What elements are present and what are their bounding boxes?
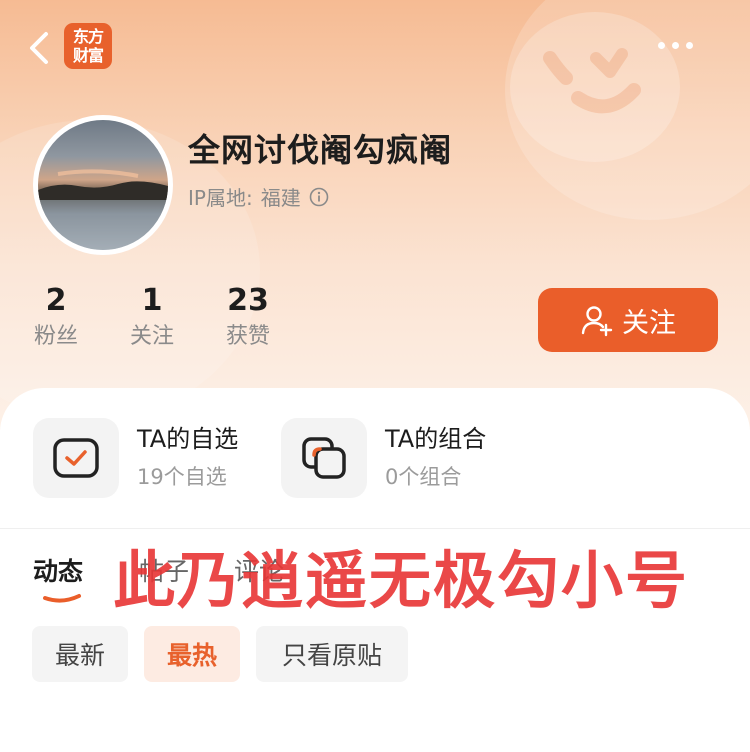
smile-face-icon (543, 48, 641, 114)
follow-button[interactable]: 关注 (538, 288, 718, 352)
watchlist-icon-box (33, 418, 119, 498)
stat-value: 1 (141, 283, 163, 318)
logo-line-1: 东方 (72, 27, 104, 46)
stat-value: 23 (227, 283, 269, 318)
stat-label: 粉丝 (33, 324, 78, 349)
app-logo: 东方 财富 (64, 23, 112, 69)
ip-label: IP属地: (188, 186, 253, 210)
filter-original-only[interactable]: 只看原贴 (256, 626, 408, 682)
watchlist-title: TA的自选 (137, 425, 239, 453)
back-arrow-icon[interactable] (22, 26, 58, 70)
stat-label: 关注 (129, 324, 174, 349)
filter-hottest[interactable]: 最热 (144, 626, 240, 682)
stat-following[interactable]: 1 关注 (112, 282, 192, 354)
avatar-sunset-image (38, 169, 168, 250)
info-icon[interactable] (309, 187, 329, 207)
tab-dynamics[interactable]: 动态 (33, 552, 83, 588)
stat-value: 2 (45, 283, 67, 318)
watchlist-count: 19个自选 (137, 465, 227, 489)
portfolio-entry[interactable]: TA的组合 0个组合 (281, 418, 486, 498)
follow-button-label: 关注 (622, 307, 676, 339)
stat-likes[interactable]: 23 获赞 (208, 282, 288, 354)
filter-latest[interactable]: 最新 (32, 626, 128, 682)
portfolio-title: TA的组合 (385, 425, 487, 453)
portfolio-overlap-icon (302, 437, 346, 479)
active-tab-indicator (43, 594, 81, 603)
avatar[interactable] (33, 115, 173, 255)
logo-line-2: 财富 (72, 46, 104, 65)
section-divider (0, 528, 750, 529)
profile-username: 全网讨伐阉勾疯阉 (188, 131, 453, 169)
watermark-overlay-text: 此乃逍遥无极勾小号 (113, 544, 690, 617)
stat-label: 获赞 (225, 324, 270, 349)
ip-location: IP属地: 福建 (188, 182, 329, 211)
portfolio-count: 0个组合 (385, 465, 462, 489)
more-options-icon[interactable] (654, 36, 698, 56)
watchlist-entry[interactable]: TA的自选 19个自选 (33, 418, 238, 498)
ip-value: 福建 (260, 186, 301, 210)
watchlist-check-icon (53, 438, 99, 478)
stat-fans[interactable]: 2 粉丝 (16, 282, 96, 354)
add-user-icon (581, 306, 613, 337)
portfolio-icon-box (281, 418, 367, 498)
